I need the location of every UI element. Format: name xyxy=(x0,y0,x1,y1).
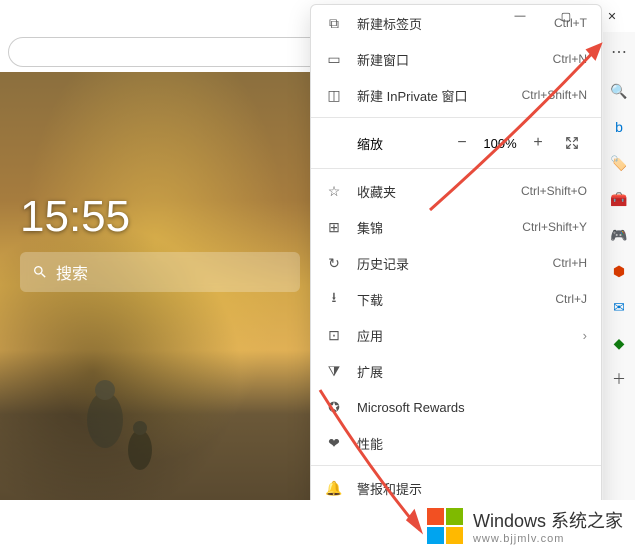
menu-separator xyxy=(311,465,601,466)
menu-item-label: 应用 xyxy=(357,326,569,345)
zoom-row: 缩放 − 100% + xyxy=(311,122,601,164)
star-icon: ☆ xyxy=(325,183,343,200)
settings-more-button[interactable]: ⋯ xyxy=(605,38,633,66)
rewards-icon: ✪ xyxy=(325,399,343,416)
menu-separator xyxy=(311,117,601,118)
search-icon xyxy=(32,264,48,280)
menu-item-download[interactable]: ⭳ 下载 Ctrl+J xyxy=(311,281,601,317)
menu-item-shortcut: Ctrl+N xyxy=(553,52,587,66)
menu-item-performance[interactable]: ❤ 性能 xyxy=(311,425,601,461)
menu-item-label: Microsoft Rewards xyxy=(357,400,587,415)
menu-item-label: 警报和提示 xyxy=(357,479,587,498)
menu-item-extensions[interactable]: ⧩ 扩展 xyxy=(311,353,601,389)
inprivate-icon: ◫ xyxy=(325,87,343,104)
menu-item-window[interactable]: ▭ 新建窗口 Ctrl+N xyxy=(311,41,601,77)
menu-item-label: 新建 InPrivate 窗口 xyxy=(357,86,508,105)
menu-separator xyxy=(311,168,601,169)
menu-item-label: 收藏夹 xyxy=(357,182,507,201)
menu-item-apps[interactable]: ⊡ 应用 › xyxy=(311,317,601,353)
menu-item-shortcut: Ctrl+H xyxy=(553,256,587,270)
menu-item-inprivate[interactable]: ◫ 新建 InPrivate 窗口 Ctrl+Shift+N xyxy=(311,77,601,113)
search-placeholder: 搜索 xyxy=(56,260,88,284)
watermark-title: Windows 系统之家 xyxy=(473,507,623,533)
newtab-search-box[interactable]: 搜索 xyxy=(20,252,300,292)
sidebar-bing-icon[interactable]: b xyxy=(608,116,630,138)
sidebar-games-icon[interactable]: 🎮 xyxy=(608,224,630,246)
sidebar-tools-icon[interactable]: 🧰 xyxy=(608,188,630,210)
chevron-right-icon: › xyxy=(583,328,587,343)
sidebar-shopping-icon[interactable]: 🏷️ xyxy=(608,152,630,174)
menu-item-label: 历史记录 xyxy=(357,254,539,273)
extensions-icon: ⧩ xyxy=(325,363,343,380)
menu-item-history[interactable]: ↻ 历史记录 Ctrl+H xyxy=(311,245,601,281)
zoom-in-button[interactable]: + xyxy=(523,128,553,158)
download-icon: ⭳ xyxy=(325,287,343,311)
sidebar-search-icon[interactable]: 🔍 xyxy=(608,80,630,102)
watermark: Windows 系统之家 www.bjjmlv.com xyxy=(0,500,635,552)
newtab-clock: 15:55 xyxy=(20,192,130,242)
bell-icon: 🔔 xyxy=(325,480,343,497)
collections-icon: ⊞ xyxy=(325,219,343,236)
sidebar-app-icon[interactable]: ◆ xyxy=(608,332,630,354)
menu-item-rewards[interactable]: ✪ Microsoft Rewards xyxy=(311,389,601,425)
performance-icon: ❤ xyxy=(325,435,343,452)
overflow-menu: ⧉新建标签页Ctrl+T▭新建窗口Ctrl+N◫新建 InPrivate 窗口C… xyxy=(310,4,602,544)
sidebar-add-icon[interactable]: ＋ xyxy=(608,368,630,390)
window-minimize-button[interactable]: — xyxy=(497,0,543,32)
zoom-label: 缩放 xyxy=(357,134,433,153)
menu-item-shortcut: Ctrl+J xyxy=(555,292,587,306)
menu-item-label: 性能 xyxy=(357,434,587,453)
menu-item-shortcut: Ctrl+Shift+N xyxy=(522,88,587,102)
menu-item-label: 下载 xyxy=(357,290,541,309)
history-icon: ↻ xyxy=(325,255,343,272)
window-icon: ▭ xyxy=(325,51,343,68)
sidebar-office-icon[interactable]: ⬢ xyxy=(608,260,630,282)
newtab-background: 15:55 搜索 xyxy=(0,72,310,500)
zoom-out-button[interactable]: − xyxy=(447,128,477,158)
apps-icon: ⊡ xyxy=(325,327,343,344)
menu-item-collections[interactable]: ⊞ 集锦 Ctrl+Shift+Y xyxy=(311,209,601,245)
window-close-button[interactable]: ✕ xyxy=(589,0,635,32)
windows-logo-icon xyxy=(427,508,463,544)
window-maximize-button[interactable]: ▢ xyxy=(543,0,589,32)
sidebar-outlook-icon[interactable]: ✉ xyxy=(608,296,630,318)
menu-item-shortcut: Ctrl+Shift+O xyxy=(521,184,587,198)
edge-sidebar: ⋯ 🔍 b 🏷️ 🧰 🎮 ⬢ ✉ ◆ ＋ xyxy=(603,32,635,500)
menu-item-star[interactable]: ☆ 收藏夹 Ctrl+Shift+O xyxy=(311,173,601,209)
fullscreen-icon xyxy=(565,136,579,150)
tab-icon: ⧉ xyxy=(325,15,343,32)
menu-item-label: 集锦 xyxy=(357,218,508,237)
zoom-value: 100% xyxy=(481,136,519,151)
watermark-url: www.bjjmlv.com xyxy=(473,533,623,545)
background-artwork-figures xyxy=(60,360,180,500)
menu-item-label: 新建窗口 xyxy=(357,50,539,69)
fullscreen-button[interactable] xyxy=(557,128,587,158)
menu-item-shortcut: Ctrl+Shift+Y xyxy=(522,220,587,234)
menu-item-label: 扩展 xyxy=(357,362,587,381)
